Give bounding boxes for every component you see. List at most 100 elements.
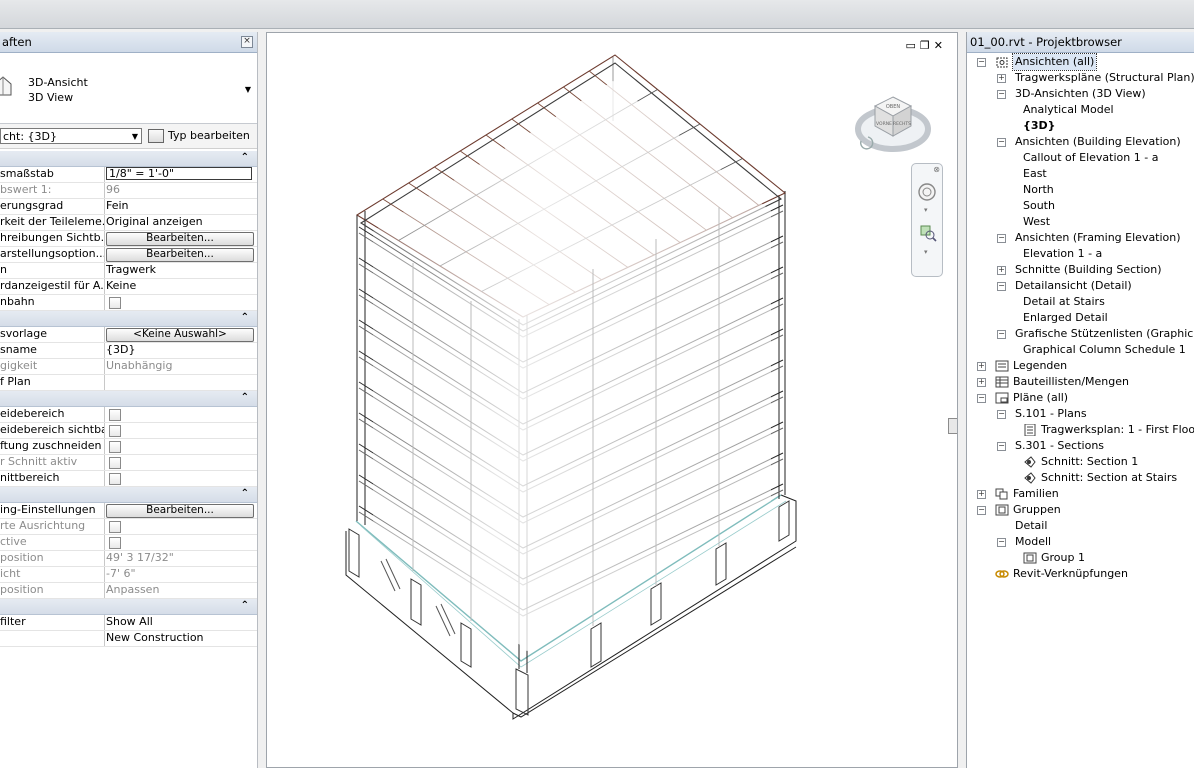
building-model[interactable]	[267, 33, 957, 767]
property-row[interactable]: ing-Einstellungen Bearbeiten...	[0, 503, 257, 519]
property-edit-button[interactable]: <Keine Auswahl>	[106, 328, 254, 342]
property-checkbox[interactable]	[109, 457, 121, 469]
property-row[interactable]: erungsgrad Fein	[0, 199, 257, 215]
property-checkbox[interactable]	[109, 409, 121, 421]
property-checkbox[interactable]	[109, 441, 121, 453]
tree-node[interactable]: − Modell	[967, 534, 1194, 550]
property-row[interactable]: gigkeit Unabhängig	[0, 359, 257, 375]
tree-node[interactable]: East	[967, 166, 1194, 182]
property-row[interactable]: rkeit der Teileleme... Original anzeigen	[0, 215, 257, 231]
tree-node[interactable]: −Grafische Stützenlisten (Graphical Colu…	[967, 326, 1194, 342]
3d-viewport[interactable]: ▭❐✕ OBEN VORNE RECHTS ⊗ ▾ ▾	[266, 32, 958, 768]
tree-node[interactable]: Graphical Column Schedule 1	[967, 342, 1194, 358]
property-row[interactable]: sname {3D}	[0, 343, 257, 359]
property-row[interactable]: nbahn	[0, 295, 257, 311]
tree-node[interactable]: − Gruppen	[967, 502, 1194, 518]
collapse-icon[interactable]: −	[997, 282, 1006, 291]
tree-node[interactable]: − Ansichten (all)	[967, 53, 1194, 71]
property-row[interactable]: New Construction	[0, 631, 257, 647]
tree-node[interactable]: − S.101 - Plans	[967, 406, 1194, 422]
expand-icon[interactable]: +	[977, 490, 986, 499]
tree-node[interactable]: Analytical Model	[967, 102, 1194, 118]
tree-node[interactable]: Detail at Stairs	[967, 294, 1194, 310]
tree-node[interactable]: + Tragwerkspläne (Structural Plan)	[967, 70, 1194, 86]
instance-filter-dropdown[interactable]: cht: {3D} ▼	[0, 128, 142, 144]
property-checkbox[interactable]	[109, 537, 121, 549]
property-row[interactable]: ctive	[0, 535, 257, 551]
property-value[interactable]: Show All	[106, 615, 253, 629]
tree-node[interactable]: + Familien	[967, 486, 1194, 502]
tree-node[interactable]: − S.301 - Sections	[967, 438, 1194, 454]
collapse-icon[interactable]: ⌃	[241, 312, 249, 323]
property-edit-button[interactable]: Bearbeiten...	[106, 248, 254, 262]
property-row[interactable]: eidebereich	[0, 407, 257, 423]
property-row[interactable]: svorlage <Keine Auswahl>	[0, 327, 257, 343]
property-value[interactable]: Tragwerk	[106, 263, 253, 277]
type-selector[interactable]: 3D-Ansicht 3D View ▼	[0, 53, 257, 124]
property-row[interactable]: ftung zuschneiden	[0, 439, 257, 455]
tree-node[interactable]: North	[967, 182, 1194, 198]
tree-node[interactable]: Enlarged Detail	[967, 310, 1194, 326]
property-checkbox[interactable]	[109, 297, 121, 309]
property-edit-button[interactable]: Bearbeiten...	[106, 232, 254, 246]
tree-node[interactable]: − Ansichten (Framing Elevation)	[967, 230, 1194, 246]
property-group-header[interactable]: ⌃	[0, 391, 257, 407]
tree-node[interactable]: − Detailansicht (Detail)	[967, 278, 1194, 294]
property-group-header[interactable]: ⌃	[0, 151, 257, 167]
property-value[interactable]: Keine	[106, 279, 253, 293]
collapse-icon[interactable]: −	[997, 234, 1006, 243]
tree-node[interactable]: Schnitt: Section at Stairs	[967, 470, 1194, 486]
tree-node[interactable]: Callout of Elevation 1 - a	[967, 150, 1194, 166]
expand-icon[interactable]: +	[997, 266, 1006, 275]
property-row[interactable]: position 49' 3 17/32"	[0, 551, 257, 567]
collapse-icon[interactable]: −	[997, 138, 1006, 147]
expand-icon[interactable]: +	[977, 362, 986, 371]
tree-node[interactable]: −3D-Ansichten (3D View)	[967, 86, 1194, 102]
property-edit-button[interactable]: Bearbeiten...	[106, 504, 254, 518]
collapse-icon[interactable]: ⌃	[241, 152, 249, 163]
expand-icon[interactable]: +	[997, 74, 1006, 83]
tree-node[interactable]: − Pläne (all)	[967, 390, 1194, 406]
collapse-icon[interactable]: ⌃	[241, 488, 249, 499]
collapse-icon[interactable]: −	[977, 58, 986, 67]
tree-node[interactable]: Schnitt: Section 1	[967, 454, 1194, 470]
property-checkbox[interactable]	[109, 473, 121, 485]
tree-node[interactable]: + Bauteillisten/Mengen	[967, 374, 1194, 390]
property-row[interactable]: position Anpassen	[0, 583, 257, 599]
property-group-header[interactable]: ⌃	[0, 599, 257, 615]
collapse-icon[interactable]: −	[997, 330, 1006, 339]
collapse-icon[interactable]: −	[997, 442, 1006, 451]
property-value[interactable]: Original anzeigen	[106, 215, 253, 229]
chevron-down-icon[interactable]: ▼	[245, 85, 251, 94]
property-row[interactable]: r Schnitt aktiv	[0, 455, 257, 471]
property-row[interactable]: n Tragwerk	[0, 263, 257, 279]
tree-node[interactable]: Revit-Verknüpfungen	[967, 566, 1194, 582]
collapse-icon[interactable]: ⌃	[241, 600, 249, 611]
tree-node[interactable]: Elevation 1 - a	[967, 246, 1194, 262]
tree-node[interactable]: − Ansichten (Building Elevation)	[967, 134, 1194, 150]
property-value[interactable]: {3D}	[106, 343, 253, 357]
tree-node[interactable]: {3D}	[967, 118, 1194, 134]
edit-type-button[interactable]: Typ bearbeiten	[148, 128, 250, 144]
close-icon[interactable]: ×	[241, 36, 253, 48]
expand-icon[interactable]: +	[977, 378, 986, 387]
property-group-header[interactable]: ⌃	[0, 487, 257, 503]
collapse-icon[interactable]: −	[977, 394, 986, 403]
collapse-icon[interactable]: −	[997, 538, 1006, 547]
property-row[interactable]: bswert 1: 96	[0, 183, 257, 199]
property-row[interactable]: smaßstab 1/8" = 1'-0"	[0, 167, 257, 183]
property-value[interactable]: Fein	[106, 199, 253, 213]
collapse-icon[interactable]: −	[977, 506, 986, 515]
tree-node[interactable]: + Schnitte (Building Section)	[967, 262, 1194, 278]
collapse-icon[interactable]: −	[997, 90, 1006, 99]
property-checkbox[interactable]	[109, 521, 121, 533]
collapse-icon[interactable]: ⌃	[241, 392, 249, 403]
property-checkbox[interactable]	[109, 425, 121, 437]
property-row[interactable]: nittbereich	[0, 471, 257, 487]
property-row[interactable]: eidebereich sichtbar	[0, 423, 257, 439]
property-row[interactable]: filter Show All	[0, 615, 257, 631]
property-value-input[interactable]: 1/8" = 1'-0"	[106, 167, 252, 180]
collapse-icon[interactable]: −	[997, 410, 1006, 419]
tree-node[interactable]: Group 1	[967, 550, 1194, 566]
property-row[interactable]: f Plan	[0, 375, 257, 391]
